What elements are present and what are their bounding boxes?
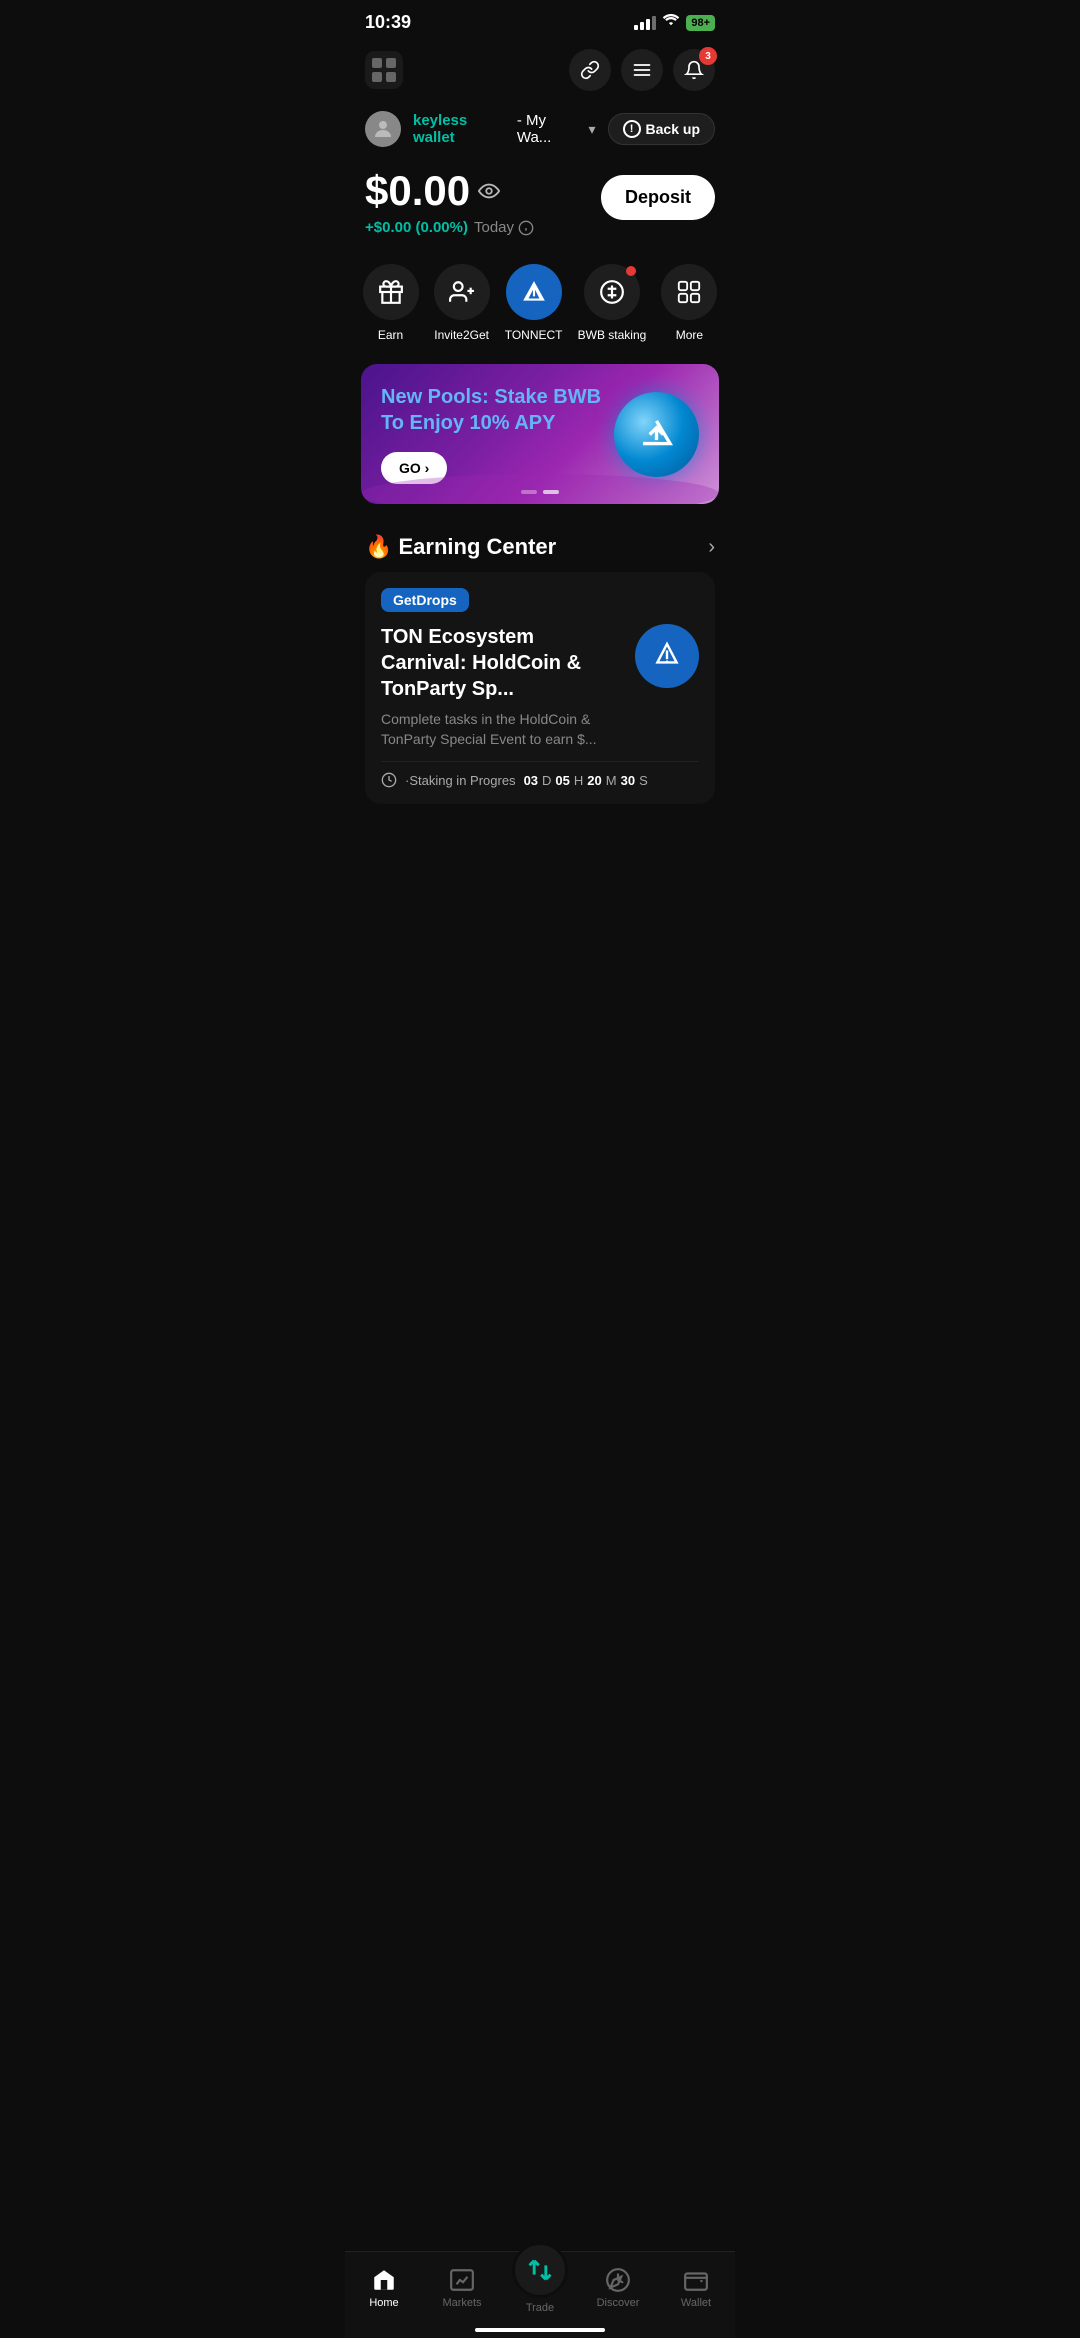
more-action[interactable]: More [661, 264, 717, 342]
wallet-name[interactable]: keyless wallet - My Wa... ▾ [413, 112, 596, 146]
home-icon [371, 2267, 397, 2293]
backup-warning-icon: ! [623, 120, 641, 138]
gift-icon [378, 279, 404, 305]
info-icon [518, 220, 534, 236]
bwb-dot [626, 266, 636, 276]
eye-icon[interactable] [478, 180, 500, 202]
earning-center-title: 🔥 Earning Center [365, 534, 556, 560]
tonnect-action[interactable]: TONNECT [505, 264, 563, 342]
invite2get-action[interactable]: Invite2Get [434, 264, 490, 342]
home-indicator [475, 2328, 605, 2332]
status-time: 10:39 [365, 12, 411, 33]
nav-discover[interactable]: Discover [588, 2267, 648, 2309]
earning-card[interactable]: GetDrops TON Ecosystem Carnival: HoldCoi… [365, 572, 715, 804]
app-logo[interactable] [365, 51, 403, 89]
balance-amount: $0.00 [365, 167, 534, 215]
bottom-nav: Home Markets Trade Discover [345, 2251, 735, 2338]
user-plus-icon [449, 279, 475, 305]
bwb-staking-action[interactable]: BWB staking [578, 264, 647, 342]
wifi-icon [662, 13, 680, 32]
status-bar: 10:39 98+ [345, 0, 735, 41]
dollar-icon [599, 279, 625, 305]
card-title: TON Ecosystem Carnival: HoldCoin & TonPa… [381, 624, 623, 702]
nav-home[interactable]: Home [354, 2267, 414, 2309]
card-footer: ·Staking in Progres 03 D 05 H 20 M 30 S [381, 761, 699, 788]
card-description: Complete tasks in the HoldCoin & TonPart… [381, 710, 623, 749]
actions-row: Earn Invite2Get TONNECT [345, 244, 735, 350]
invite2get-circle [434, 264, 490, 320]
trade-center-button[interactable] [512, 2242, 568, 2298]
discover-icon [605, 2267, 631, 2293]
earning-center-section: 🔥 Earning Center › GetDrops TON Ecosyste… [345, 518, 735, 812]
trade-icon [526, 2256, 554, 2284]
status-icons: 98+ [634, 13, 715, 32]
wallet-icon [683, 2267, 709, 2293]
tonnect-icon [521, 279, 547, 305]
more-circle [661, 264, 717, 320]
signal-icon [634, 16, 656, 30]
balance-change: +$0.00 (0.00%) Today [365, 219, 534, 236]
notification-badge: 3 [699, 47, 717, 65]
earning-center-header: 🔥 Earning Center › [365, 534, 715, 560]
nav-right: 3 [569, 49, 715, 91]
wallet-chevron-icon: ▾ [589, 121, 596, 138]
banner[interactable]: New Pools: Stake BWB To Enjoy 10% APY GO… [361, 364, 719, 504]
nav-trade[interactable]: Trade [510, 2262, 570, 2314]
balance-left: $0.00 +$0.00 (0.00%) Today [365, 167, 534, 236]
banner-dots [521, 490, 559, 494]
link-button[interactable] [569, 49, 611, 91]
bwb-staking-circle [584, 264, 640, 320]
balance-section: $0.00 +$0.00 (0.00%) Today Deposit [345, 151, 735, 244]
nav-markets[interactable]: Markets [432, 2267, 492, 2309]
nav-wallet[interactable]: Wallet [666, 2267, 726, 2309]
deposit-button[interactable]: Deposit [601, 175, 715, 220]
clock-icon [381, 772, 397, 788]
menu-button[interactable] [621, 49, 663, 91]
card-icon [635, 624, 699, 688]
timer: 03 D 05 H 20 M 30 S [524, 773, 648, 788]
tonnect-circle [506, 264, 562, 320]
earning-center-arrow[interactable]: › [708, 536, 715, 559]
banner-go-button[interactable]: GO › [381, 452, 447, 484]
battery-icon: 98+ [686, 15, 715, 31]
card-content: TON Ecosystem Carnival: HoldCoin & TonPa… [381, 624, 699, 749]
notifications-button[interactable]: 3 [673, 49, 715, 91]
earn-action[interactable]: Earn [363, 264, 419, 342]
card-text: TON Ecosystem Carnival: HoldCoin & TonPa… [381, 624, 623, 749]
getdrops-badge: GetDrops [381, 588, 469, 612]
banner-title: New Pools: Stake BWB To Enjoy 10% APY [381, 384, 601, 436]
earn-circle [363, 264, 419, 320]
grid-icon [676, 279, 702, 305]
markets-icon [449, 2267, 475, 2293]
wallet-header: keyless wallet - My Wa... ▾ ! Back up [345, 103, 735, 151]
banner-left: New Pools: Stake BWB To Enjoy 10% APY GO… [381, 384, 601, 484]
banner-coin [614, 392, 699, 477]
top-nav: 3 [345, 41, 735, 103]
backup-button[interactable]: ! Back up [608, 113, 715, 145]
wallet-avatar [365, 111, 401, 147]
